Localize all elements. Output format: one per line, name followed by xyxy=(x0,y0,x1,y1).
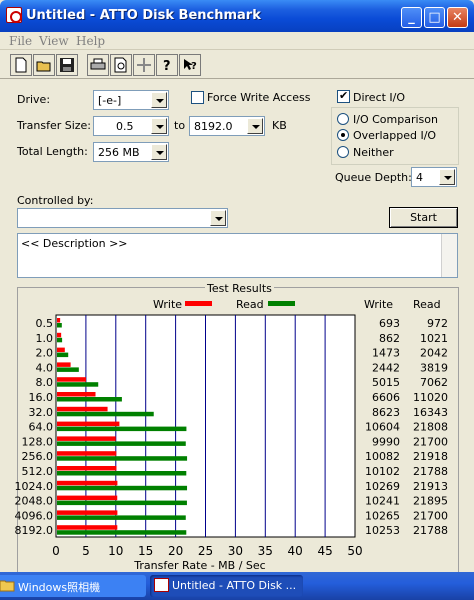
total-length-label: Total Length: xyxy=(17,145,88,158)
force-write-label: Force Write Access xyxy=(207,91,311,104)
window-title: Untitled - ATTO Disk Benchmark xyxy=(26,8,261,23)
total-length-value: 256 MB xyxy=(98,146,140,159)
transfer-to-select[interactable]: 8192.0 xyxy=(189,116,265,136)
legend-read-label: Read xyxy=(236,298,264,311)
column-write-header: Write xyxy=(364,298,394,311)
minimize-button[interactable]: _ xyxy=(401,7,422,28)
taskbar-item-camera[interactable]: Windows照相機 xyxy=(0,575,146,597)
drive-value: [-e-] xyxy=(98,94,122,107)
context-help-icon: ? xyxy=(182,57,198,73)
kb-unit-label: KB xyxy=(272,119,287,132)
legend-write-label: Write xyxy=(153,298,183,311)
taskbar-item-atto[interactable]: Untitled - ATTO Disk ... xyxy=(150,575,303,597)
print-preview-icon xyxy=(113,57,129,73)
description-scrollbar[interactable] xyxy=(441,234,457,277)
help-button[interactable]: ? xyxy=(156,54,178,76)
move-button[interactable] xyxy=(133,54,155,76)
controlled-by-label: Controlled by: xyxy=(17,194,94,207)
menu-bar: File View Help xyxy=(0,32,474,50)
open-button[interactable] xyxy=(33,54,55,76)
save-icon xyxy=(59,57,75,73)
taskbar-item-title: Windows照相機 xyxy=(18,581,101,594)
menu-help[interactable]: Help xyxy=(76,34,105,48)
transfer-to-value: 8192.0 xyxy=(194,120,233,133)
io-comparison-radio[interactable] xyxy=(337,113,349,125)
save-button[interactable] xyxy=(56,54,78,76)
toolbar: ? ? xyxy=(0,51,474,79)
new-icon xyxy=(13,57,29,73)
column-read-header: Read xyxy=(413,298,441,311)
menu-file[interactable]: File xyxy=(9,34,32,48)
force-write-checkbox[interactable] xyxy=(191,91,204,104)
app-icon[interactable] xyxy=(6,7,22,23)
results-title: Test Results xyxy=(205,282,274,295)
drive-select[interactable]: [-e-] xyxy=(93,90,169,110)
taskbar-item-title: Untitled - ATTO Disk ... xyxy=(172,579,297,592)
legend-read-swatch xyxy=(268,301,295,306)
description-text: << Description >> xyxy=(21,237,128,250)
chevron-down-icon[interactable] xyxy=(247,118,263,134)
taskbar: Windows照相機 Untitled - ATTO Disk ... xyxy=(0,572,474,600)
print-preview-button[interactable] xyxy=(110,54,132,76)
chevron-down-icon[interactable] xyxy=(439,169,455,185)
title-bar[interactable]: Untitled - ATTO Disk Benchmark _ □ ✕ xyxy=(0,0,474,32)
transfer-from-value: 0.5 xyxy=(116,120,134,133)
svg-text:?: ? xyxy=(163,59,171,73)
legend-write-swatch xyxy=(185,301,212,306)
neither-label: Neither xyxy=(353,146,394,159)
chevron-down-icon[interactable] xyxy=(151,92,167,108)
queue-depth-value: 4 xyxy=(416,171,423,184)
print-button[interactable] xyxy=(87,54,109,76)
direct-io-checkbox[interactable] xyxy=(337,89,350,103)
close-button[interactable]: ✕ xyxy=(447,7,468,28)
overlapped-io-radio[interactable] xyxy=(337,129,349,141)
neither-radio[interactable] xyxy=(337,146,349,158)
to-label: to xyxy=(174,119,186,132)
start-button[interactable]: Start xyxy=(389,207,458,228)
overlapped-io-label: Overlapped I/O xyxy=(353,129,437,142)
controlled-by-select[interactable] xyxy=(17,208,228,228)
direct-io-label: Direct I/O xyxy=(353,91,406,104)
transfer-size-label: Transfer Size: xyxy=(17,119,92,132)
queue-depth-label: Queue Depth: xyxy=(335,171,412,184)
help-icon: ? xyxy=(159,57,175,74)
queue-depth-select[interactable]: 4 xyxy=(411,167,457,187)
transfer-from-select[interactable]: 0.5 xyxy=(93,116,169,136)
context-help-button[interactable]: ? xyxy=(179,54,201,76)
menu-view[interactable]: View xyxy=(39,34,69,48)
chevron-down-icon[interactable] xyxy=(151,144,167,160)
drive-label: Drive: xyxy=(17,93,51,106)
maximize-button[interactable]: □ xyxy=(424,7,445,28)
chevron-down-icon[interactable] xyxy=(210,210,226,226)
chevron-down-icon[interactable] xyxy=(151,118,167,134)
svg-text:?: ? xyxy=(191,61,197,72)
move-icon xyxy=(136,57,152,73)
results-panel xyxy=(17,287,459,573)
folder-icon xyxy=(0,578,15,592)
new-button[interactable] xyxy=(10,54,32,76)
open-icon xyxy=(36,57,52,73)
app-icon xyxy=(154,578,169,592)
io-comparison-label: I/O Comparison xyxy=(353,113,438,126)
print-icon xyxy=(90,57,106,73)
total-length-select[interactable]: 256 MB xyxy=(93,142,169,162)
description-box[interactable]: << Description >> xyxy=(17,233,458,278)
